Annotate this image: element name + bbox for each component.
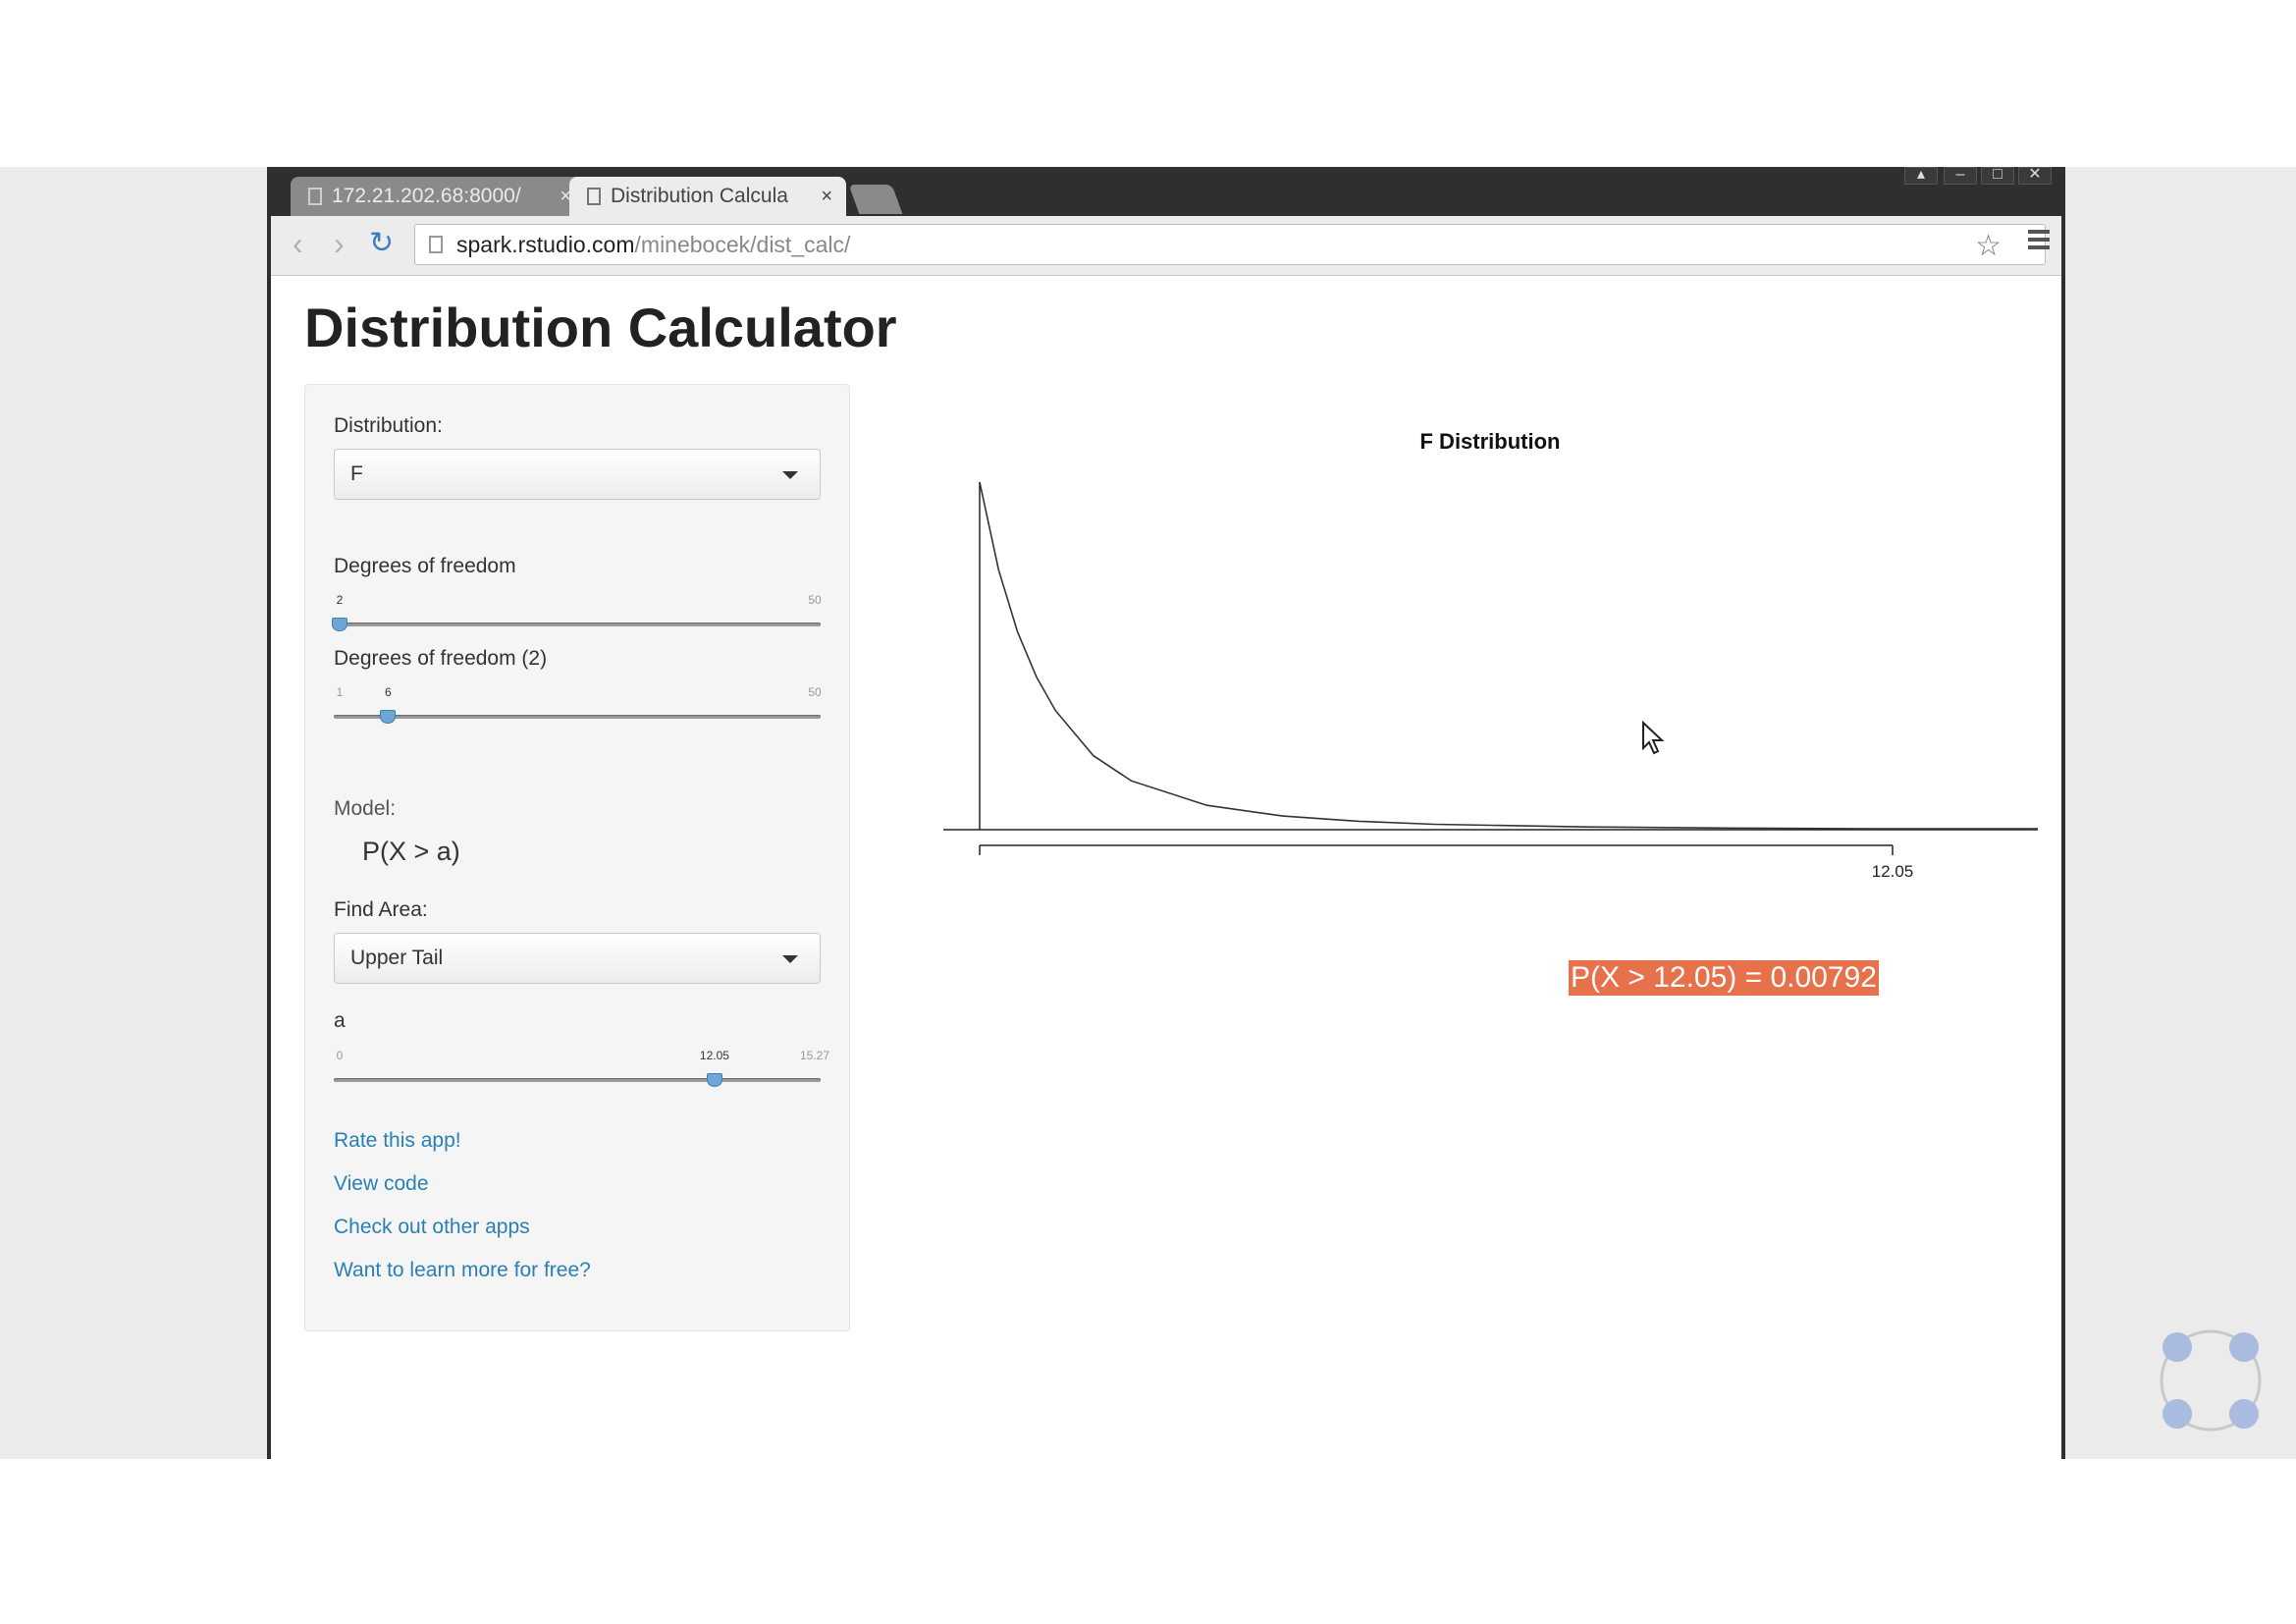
window-close-icon[interactable]: ✕ <box>2018 167 2052 185</box>
model-label: Model: <box>334 797 397 820</box>
slider-max-label: 50 <box>808 593 822 607</box>
tab-title: 172.21.202.68:8000/ <box>332 185 521 207</box>
bookmark-star-icon[interactable]: ☆ <box>1975 229 2002 263</box>
user-icon[interactable]: ▴ <box>1904 167 1938 185</box>
url-host: spark.rstudio.com <box>456 231 635 257</box>
chevron-down-icon <box>782 955 798 963</box>
slider-min-label: 0 <box>336 1049 344 1062</box>
browser-tab-active[interactable]: Distribution Calcula × <box>569 177 846 216</box>
distribution-select[interactable]: F <box>334 449 821 500</box>
close-icon[interactable]: × <box>821 186 832 208</box>
recording-widget-icon[interactable] <box>2156 1326 2266 1435</box>
df2-label: Degrees of freedom (2) <box>334 647 548 670</box>
tab-title: Distribution Calcula <box>611 185 788 207</box>
browser-tab-inactive[interactable]: 172.21.202.68:8000/ × <box>291 177 585 216</box>
find-area-select[interactable]: Upper Tail <box>334 933 821 984</box>
slider-handle[interactable] <box>332 618 347 631</box>
find-area-value: Upper Tail <box>350 947 444 969</box>
tab-strip: 172.21.202.68:8000/ × Distribution Calcu… <box>267 167 2065 216</box>
density-curve <box>979 481 2039 830</box>
slider-track[interactable] <box>334 715 821 719</box>
slider-value-label: 6 <box>385 685 392 699</box>
slider-value-label: 2 <box>336 593 344 607</box>
distribution-plot: F Distribution 12.05 <box>938 429 2042 900</box>
slider-value-label: 12.05 <box>699 1049 729 1062</box>
df1-slider[interactable]: 2 50 <box>332 593 822 632</box>
sidebar-panel: Distribution: F Degrees of freedom 2 50 … <box>304 384 850 1331</box>
probability-result: P(X > 12.05) = 0.00792 <box>1569 960 1879 996</box>
distribution-value: F <box>350 462 363 485</box>
page-icon <box>308 188 322 205</box>
learn-more-link[interactable]: Want to learn more for free? <box>334 1259 591 1282</box>
chevron-down-icon <box>782 471 798 479</box>
slider-track[interactable] <box>334 623 821 626</box>
url-path: /minebocek/dist_calc/ <box>634 231 851 257</box>
page-title: Distribution Calculator <box>304 297 897 358</box>
other-apps-link[interactable]: Check out other apps <box>334 1216 530 1239</box>
forward-icon[interactable]: › <box>334 226 345 261</box>
browser-toolbar: ‹ › ↻ spark.rstudio.com/minebocek/dist_c… <box>271 216 2061 276</box>
a-slider[interactable]: 0 12.05 15.27 <box>334 1049 829 1088</box>
mouse-cursor-icon <box>1642 721 1665 755</box>
plot-canvas: 12.05 <box>943 481 2039 881</box>
page-info-icon <box>429 236 443 253</box>
menu-icon[interactable] <box>2028 230 2050 253</box>
df2-slider[interactable]: 1 6 50 <box>334 685 822 725</box>
rate-app-link[interactable]: Rate this app! <box>334 1129 461 1153</box>
maximize-icon[interactable]: □ <box>1981 167 2014 185</box>
browser-window: 172.21.202.68:8000/ × Distribution Calcu… <box>267 167 2065 1459</box>
slider-min-label: 1 <box>336 685 344 699</box>
slider-max-label: 15.27 <box>799 1049 830 1062</box>
back-icon[interactable]: ‹ <box>293 226 303 261</box>
a-label: a <box>334 1009 346 1032</box>
minimize-icon[interactable]: – <box>1944 167 1977 185</box>
df1-label: Degrees of freedom <box>334 555 516 577</box>
view-code-link[interactable]: View code <box>334 1172 429 1196</box>
page-icon <box>587 188 601 205</box>
slider-handle[interactable] <box>706 1073 722 1087</box>
find-area-label: Find Area: <box>334 898 428 921</box>
slider-track[interactable] <box>334 1078 821 1082</box>
distribution-label: Distribution: <box>334 414 443 437</box>
new-tab-button[interactable] <box>848 185 903 214</box>
slider-max-label: 50 <box>808 685 822 699</box>
page-content: Distribution Calculator Distribution: F … <box>271 276 2061 1459</box>
x-tick-label: 12.05 <box>1872 862 1914 881</box>
slider-handle[interactable] <box>380 710 397 724</box>
address-bar[interactable]: spark.rstudio.com/minebocek/dist_calc/ ☆ <box>414 224 2046 265</box>
reload-icon[interactable]: ↻ <box>369 226 394 261</box>
model-expression: P(X > a) <box>362 837 460 866</box>
